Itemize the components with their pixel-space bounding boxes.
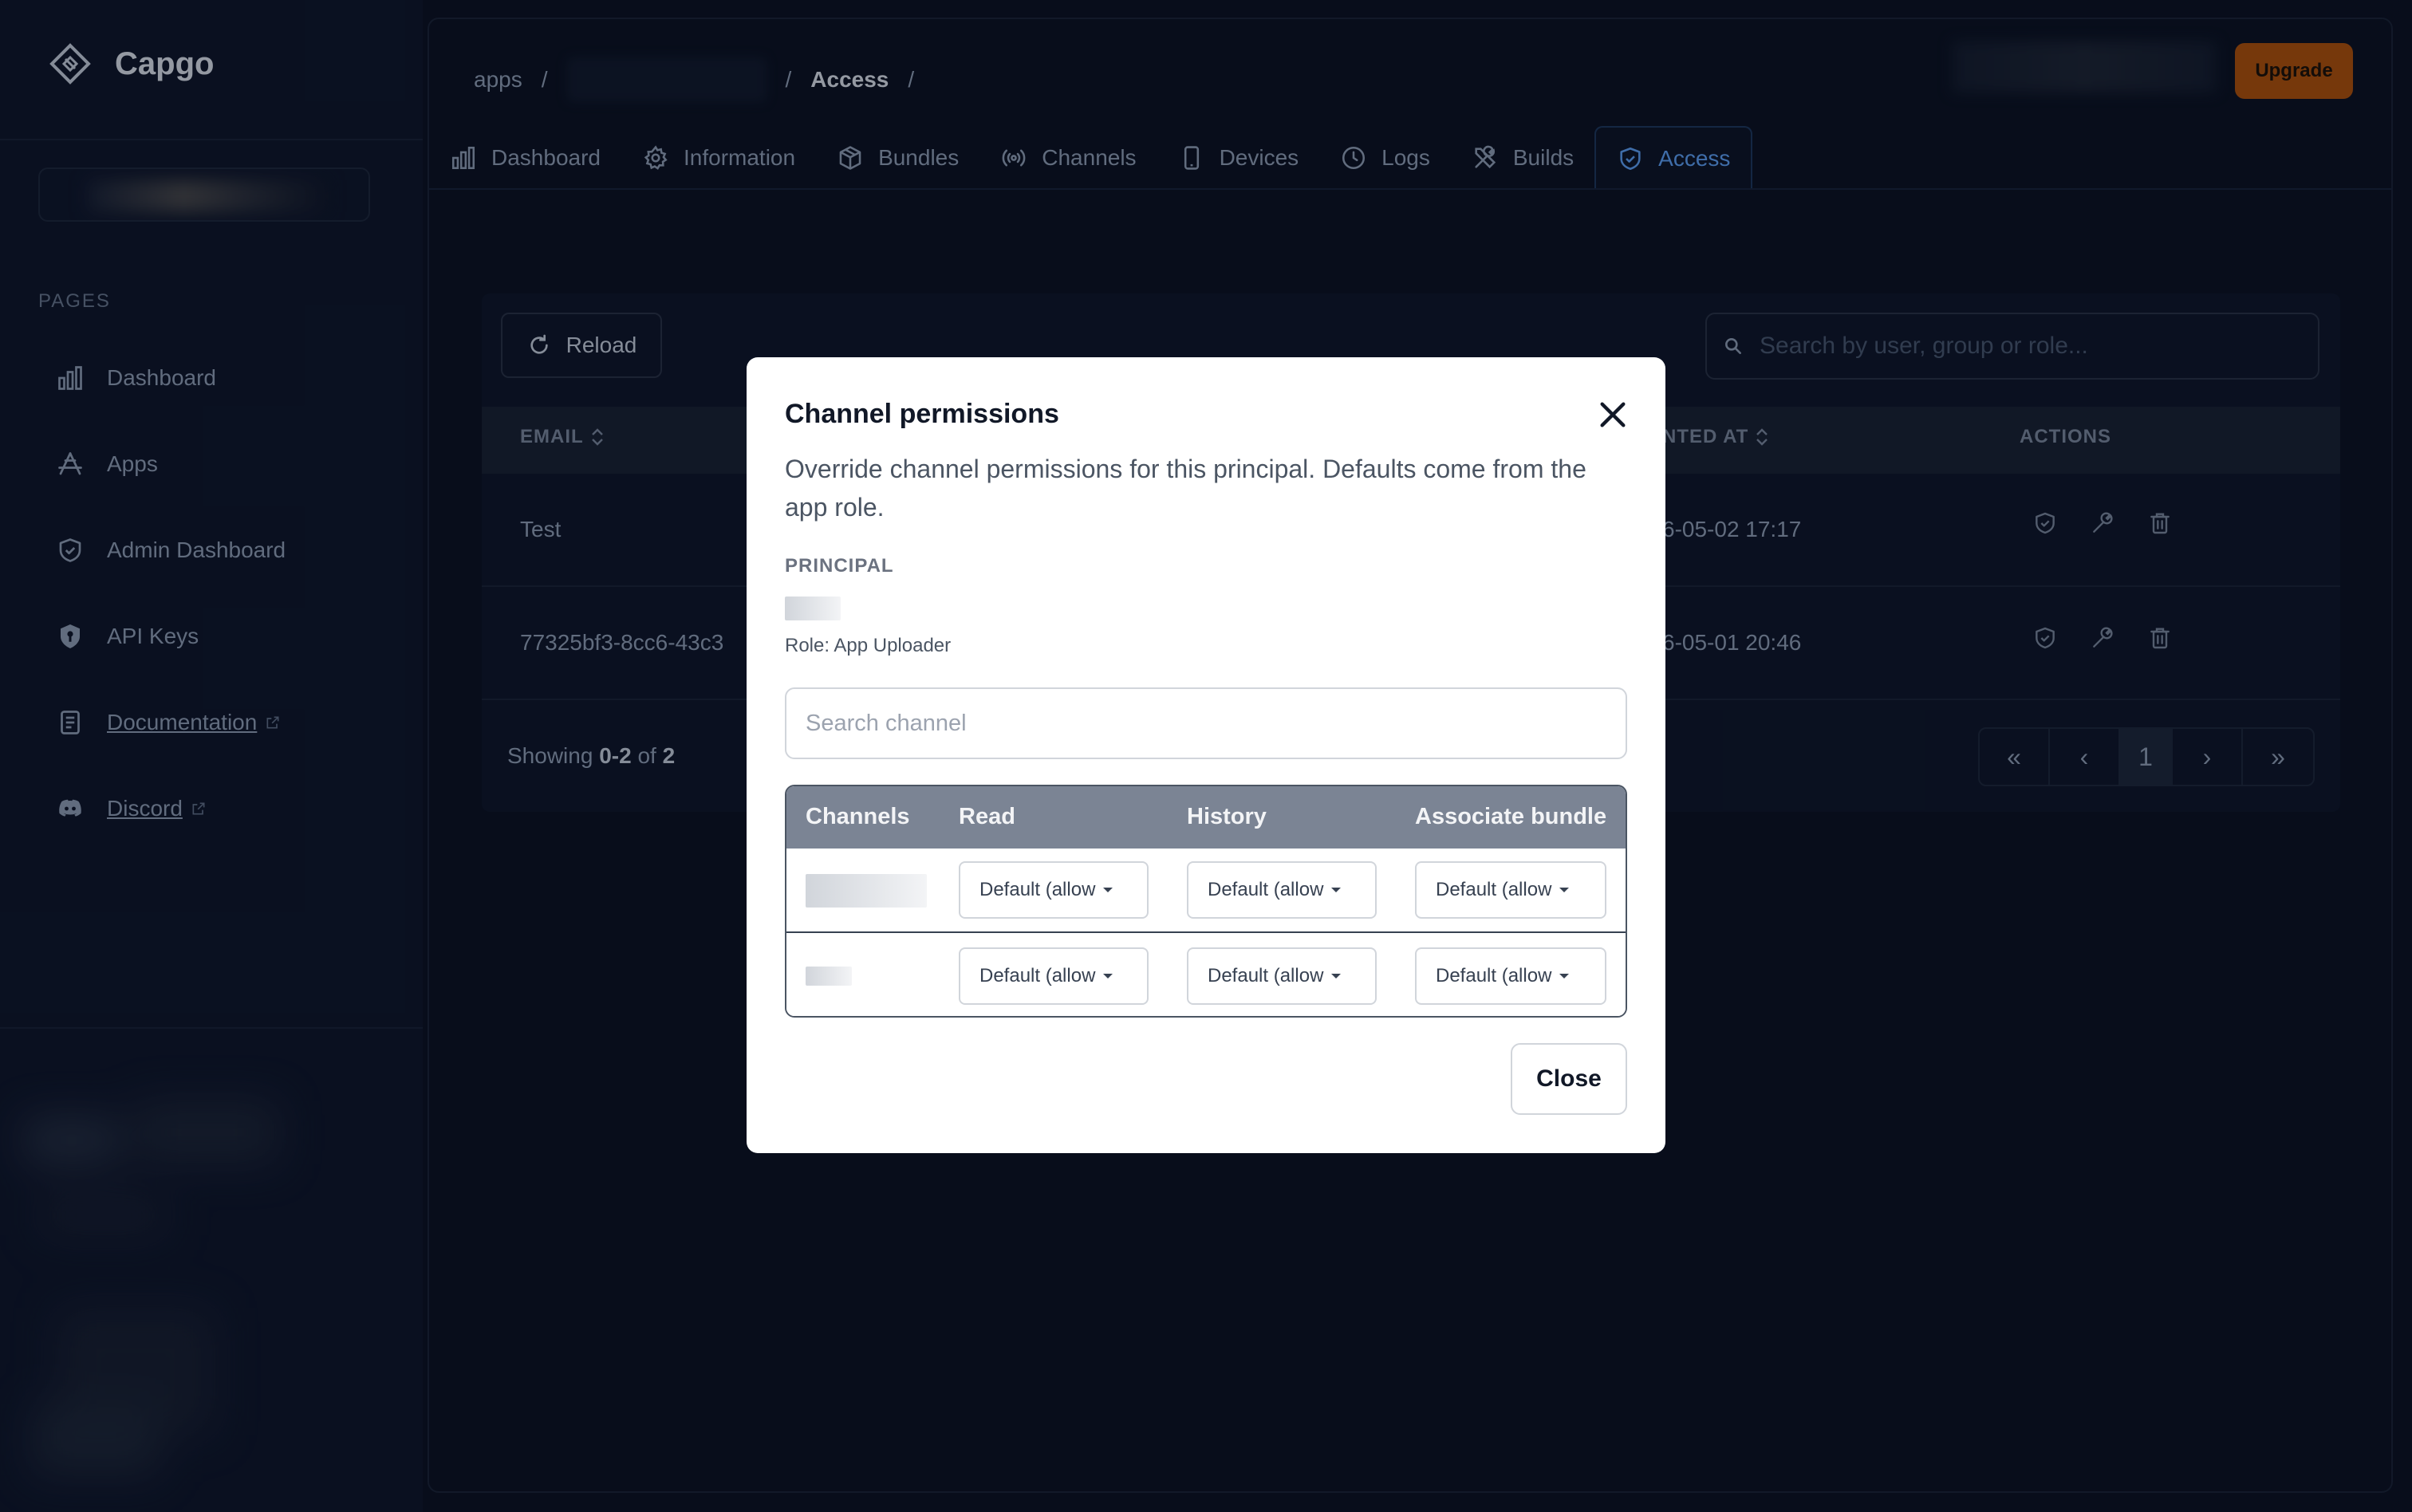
read-permission-select[interactable]: Default (allow <box>959 947 1149 1005</box>
column-associate-bundle: Associate bundle <box>1415 804 1607 829</box>
associate-bundle-permission-select[interactable]: Default (allow <box>1415 861 1606 919</box>
select-value: Default (allow <box>1208 879 1324 900</box>
select-value: Default (allow <box>1436 879 1552 900</box>
principal-name <box>785 597 841 620</box>
caret-down-icon <box>1102 972 1114 980</box>
select-value: Default (allow <box>979 879 1096 900</box>
associate-bundle-permission-select[interactable]: Default (allow <box>1415 947 1606 1005</box>
channel-row: Default (allow Default (allow Default (a… <box>786 849 1626 933</box>
history-permission-select[interactable]: Default (allow <box>1187 947 1377 1005</box>
select-value: Default (allow <box>979 965 1096 986</box>
channel-row: Default (allow Default (allow Default (a… <box>786 933 1626 1016</box>
channel-name <box>806 874 927 908</box>
caret-down-icon <box>1558 972 1571 980</box>
caret-down-icon <box>1330 972 1342 980</box>
principal-role: Role: App Uploader <box>785 635 952 656</box>
select-value: Default (allow <box>1436 965 1552 986</box>
caret-down-icon <box>1330 886 1342 894</box>
channel-name <box>806 967 852 986</box>
modal-close-icon[interactable] <box>1592 394 1634 435</box>
caret-down-icon <box>1558 886 1571 894</box>
close-button[interactable]: Close <box>1511 1043 1627 1115</box>
modal-title: Channel permissions <box>785 399 1059 429</box>
channel-search-input[interactable] <box>785 687 1627 759</box>
caret-down-icon <box>1102 886 1114 894</box>
column-read: Read <box>959 804 1015 829</box>
history-permission-select[interactable]: Default (allow <box>1187 861 1377 919</box>
column-history: History <box>1187 804 1267 829</box>
principal-label: PRINCIPAL <box>785 555 894 577</box>
column-channels: Channels <box>806 804 910 829</box>
channel-permissions-table: Channels Read History Associate bundle D… <box>785 785 1627 1018</box>
channel-permissions-modal: Channel permissions Override channel per… <box>747 357 1665 1153</box>
select-value: Default (allow <box>1208 965 1324 986</box>
modal-description: Override channel permissions for this pr… <box>785 455 1586 522</box>
read-permission-select[interactable]: Default (allow <box>959 861 1149 919</box>
